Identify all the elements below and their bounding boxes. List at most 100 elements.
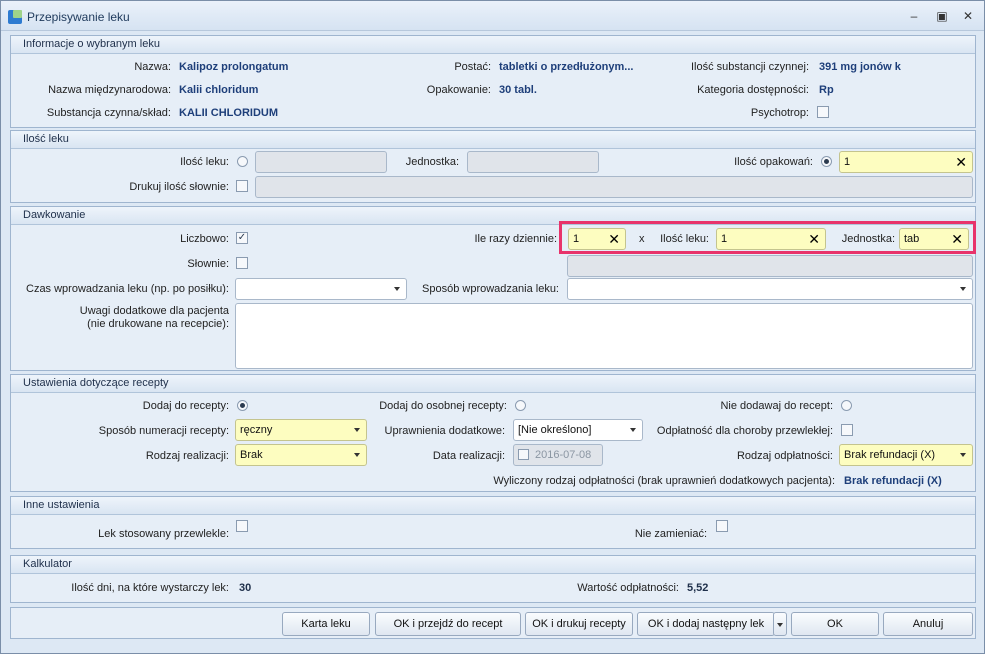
chronic-payment-label: Odpłatność dla choroby przewlekłej: [656, 425, 833, 437]
packs-input[interactable]: 1 ✕ [839, 151, 973, 173]
payment-value-label: Wartość odpłatności: [577, 582, 679, 594]
drug-qty-value: 1 [721, 233, 728, 245]
unit-label: Jednostka: [405, 156, 459, 168]
date-checkbox[interactable] [518, 449, 529, 460]
dose-unit-label: Jednostka: [841, 233, 895, 245]
payment-value-amount: 5,52 [687, 582, 709, 594]
words-label: Słownie: [187, 258, 229, 270]
minimize-icon[interactable]: – [905, 8, 923, 24]
notes-textarea[interactable] [235, 303, 973, 369]
print-words-label: Drukuj ilość słownie: [129, 181, 229, 193]
time-label: Czas wprowadzania leku (np. po posiłku): [26, 283, 229, 295]
clear-icon[interactable]: ✕ [955, 154, 967, 171]
dosage-section: Dawkowanie Liczbowo: ✓ Słownie: Ile razy… [10, 206, 976, 371]
category-label: Kategoria dostępności: [697, 84, 809, 96]
chevron-down-icon [394, 287, 400, 291]
chronic-drug-checkbox[interactable] [236, 520, 248, 532]
method-select[interactable] [567, 278, 973, 300]
payment-value: Brak refundacji (X) [844, 449, 936, 461]
notes-label: Uwagi dodatkowe dla pacjenta [79, 305, 229, 317]
package-label: Opakowanie: [426, 84, 491, 96]
realization-value: Brak [240, 449, 263, 461]
dose-unit-input[interactable]: tab ✕ [899, 228, 969, 250]
cancel-button[interactable]: Anuluj [883, 612, 973, 636]
times-sign: x [639, 233, 645, 245]
add-to-rx-radio[interactable] [237, 400, 248, 411]
realization-label: Rodzaj realizacji: [145, 450, 229, 462]
qty-input[interactable] [255, 151, 387, 173]
form-label: Postać: [454, 61, 491, 73]
name-value: Kalipoz prolongatum [179, 61, 289, 73]
section-header: Ustawienia dotyczące recepty [11, 375, 975, 393]
drug-qty-label: Ilość leku: [660, 233, 709, 245]
chevron-down-icon [777, 623, 783, 627]
payment-select[interactable]: Brak refundacji (X) [839, 444, 973, 466]
date-input[interactable]: 2016-07-08 [513, 444, 603, 466]
section-header: Inne ustawienia [11, 497, 975, 515]
qty-label: Ilość leku: [180, 156, 229, 168]
other-settings-section: Inne ustawienia Lek stosowany przewlekle… [10, 496, 976, 549]
button-bar: Karta leku OK i przejdź do recept OK i d… [10, 607, 976, 639]
numbering-value: ręczny [240, 424, 273, 436]
active-amount-label: Ilość substancji czynnej: [691, 61, 809, 73]
close-icon[interactable]: ✕ [959, 8, 977, 24]
no-add-radio[interactable] [841, 400, 852, 411]
add-to-rx-label: Dodaj do recepty: [142, 400, 229, 412]
category-value: Rp [819, 84, 834, 96]
words-checkbox[interactable] [236, 257, 248, 269]
times-per-day-input[interactable]: 1 ✕ [568, 228, 626, 250]
no-replace-checkbox[interactable] [716, 520, 728, 532]
section-header: Kalkulator [11, 556, 975, 574]
drug-qty-input[interactable]: 1 ✕ [716, 228, 826, 250]
date-value: 2016-07-08 [535, 449, 592, 461]
clear-icon[interactable]: ✕ [608, 231, 620, 248]
method-label: Sposób wprowadzania leku: [422, 283, 559, 295]
qty-radio[interactable] [237, 156, 248, 167]
section-header: Ilość leku [11, 131, 975, 149]
days-value: 30 [239, 582, 252, 594]
intl-name-value: Kalii chloridum [179, 84, 259, 96]
dose-unit-value: tab [904, 233, 920, 245]
times-per-day-label: Ile razy dziennie: [474, 233, 557, 245]
words-input[interactable] [255, 176, 973, 198]
drug-info-section: Informacje o wybranym leku Nazwa: Kalipo… [10, 35, 976, 128]
prescribe-dialog: Przepisywanie leku – ▣ ✕ Informacje o wy… [0, 0, 985, 654]
separate-rx-radio[interactable] [515, 400, 526, 411]
numeric-checkbox[interactable]: ✓ [236, 232, 248, 244]
substance-value: KALII CHLORIDUM [179, 107, 278, 119]
computed-payment-label: Wyliczony rodzaj odpłatności (brak upraw… [493, 475, 835, 487]
drug-card-button[interactable]: Karta leku [282, 612, 370, 636]
chevron-down-icon [630, 428, 636, 432]
app-icon [8, 10, 22, 24]
packs-label: Ilość opakowań: [734, 156, 813, 168]
times-value: 1 [573, 233, 580, 245]
title-bar: Przepisywanie leku – ▣ ✕ [1, 1, 984, 31]
psychotrop-checkbox[interactable] [817, 106, 829, 118]
rights-select[interactable]: [Nie określono] [513, 419, 643, 441]
ok-print-button[interactable]: OK i drukuj recepty [525, 612, 633, 636]
calculator-section: Kalkulator Ilość dni, na które wystarczy… [10, 555, 976, 603]
clear-icon[interactable]: ✕ [808, 231, 820, 248]
packs-radio[interactable] [821, 156, 832, 167]
no-replace-label: Nie zamieniać: [634, 528, 707, 540]
split-dropdown-button[interactable] [773, 612, 787, 636]
chronic-drug-label: Lek stosowany przewlekle: [98, 528, 229, 540]
ok-button[interactable]: OK [791, 612, 879, 636]
payment-label: Rodzaj odpłatności: [736, 450, 833, 462]
unit-input[interactable] [467, 151, 599, 173]
chronic-payment-checkbox[interactable] [841, 424, 853, 436]
print-words-checkbox[interactable] [236, 180, 248, 192]
days-label: Ilość dni, na które wystarczy lek: [71, 582, 229, 594]
ok-go-to-rx-button[interactable]: OK i przejdź do recept [375, 612, 521, 636]
time-select[interactable] [235, 278, 407, 300]
psychotrop-label: Psychotrop: [750, 107, 809, 119]
chevron-down-icon [960, 453, 966, 457]
dosage-words-input[interactable] [567, 255, 973, 277]
substance-label: Substancja czynna/skład: [46, 107, 171, 119]
packs-value: 1 [844, 156, 851, 168]
rights-label: Uprawnienia dodatkowe: [384, 425, 505, 437]
ok-add-next-button[interactable]: OK i dodaj następny lek [637, 612, 775, 636]
numeric-label: Liczbowo: [180, 233, 229, 245]
maximize-icon[interactable]: ▣ [933, 8, 951, 24]
clear-icon[interactable]: ✕ [951, 231, 963, 248]
